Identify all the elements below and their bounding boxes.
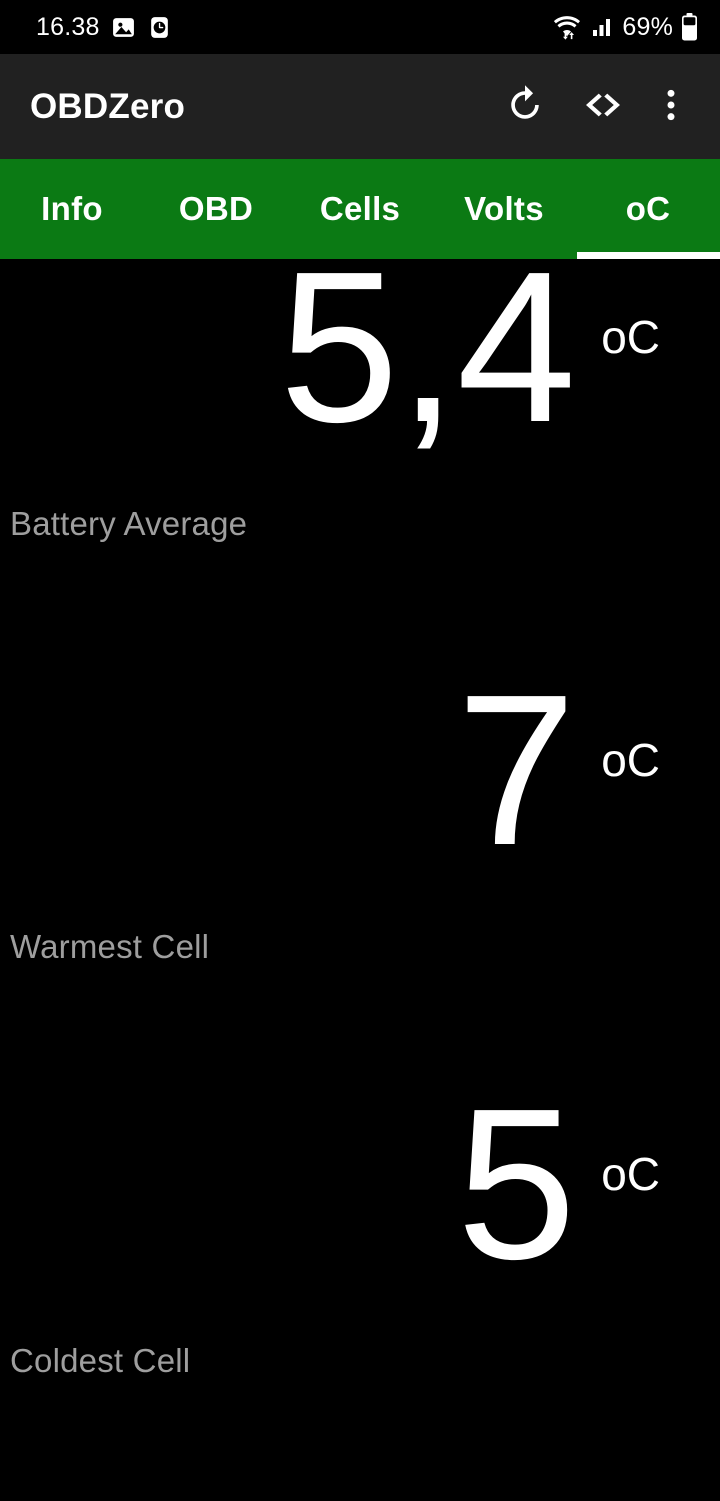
wifi-transfer-icon: [552, 14, 582, 40]
alarm-clock-icon: [147, 15, 172, 40]
reading-value-row: 5,4 oC: [0, 226, 720, 467]
reading-coldest-cell: 5 oC Coldest Cell: [0, 1063, 720, 1501]
app-bar-actions: [486, 68, 700, 146]
app-root: 16.38 69% OBDZero Info OBD Cells Volts o…: [0, 0, 720, 1501]
more-vertical-icon: [651, 85, 691, 128]
status-bar-left: 16.38: [36, 13, 172, 42]
status-bar: 16.38 69%: [0, 0, 720, 54]
refresh-button[interactable]: [486, 68, 564, 146]
reading-unit: oC: [601, 311, 660, 363]
reading-unit: oC: [601, 1148, 660, 1200]
temperature-readings-panel: 5,4 oC Battery Average 7 oC Warmest Cell…: [0, 226, 720, 1501]
reading-unit: oC: [601, 734, 660, 786]
tab-obd[interactable]: OBD: [144, 159, 288, 259]
reading-warmest-cell: 7 oC Warmest Cell: [0, 649, 720, 1087]
refresh-icon: [503, 83, 547, 130]
status-bar-right: 69%: [552, 13, 698, 42]
app-title: OBDZero: [30, 86, 186, 126]
reading-value-row: 7 oC: [0, 649, 720, 890]
cellular-signal-icon: [590, 15, 614, 39]
image-icon: [111, 15, 136, 40]
reading-battery-average: 5,4 oC Battery Average: [0, 226, 720, 673]
reading-label: Warmest Cell: [10, 928, 210, 965]
app-bar: OBDZero: [0, 54, 720, 159]
reading-value: 5: [456, 1063, 577, 1304]
overflow-menu-button[interactable]: [642, 68, 700, 146]
battery-icon: [681, 13, 698, 41]
code-brackets-icon: [580, 82, 626, 131]
reading-label: Coldest Cell: [10, 1342, 191, 1379]
status-bar-clock: 16.38: [36, 12, 100, 41]
code-button[interactable]: [564, 68, 642, 146]
battery-percent-label: 69%: [622, 12, 673, 41]
reading-label: Battery Average: [10, 505, 248, 542]
reading-value: 7: [456, 649, 577, 890]
tab-info[interactable]: Info: [0, 159, 144, 259]
reading-value: 5,4: [279, 226, 576, 467]
reading-value-row: 5 oC: [0, 1063, 720, 1304]
tab-celsius[interactable]: oC: [576, 159, 720, 259]
